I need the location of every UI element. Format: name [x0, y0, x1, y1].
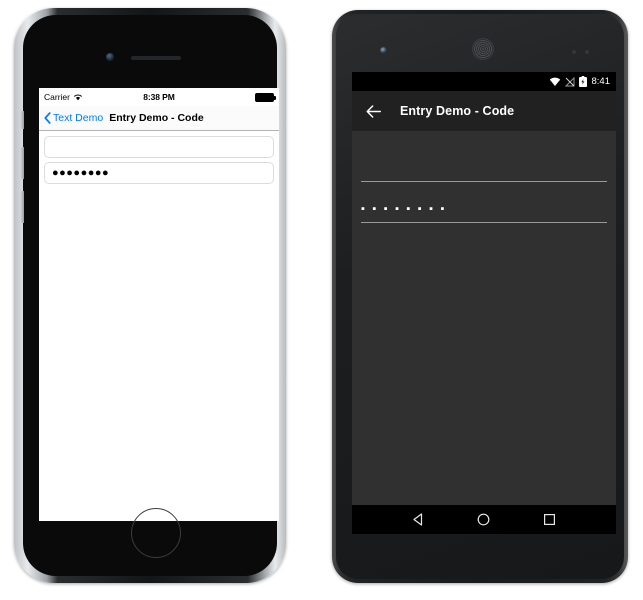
- android-content-area: ▪ ▪ ▪ ▪ ▪ ▪ ▪ ▪: [352, 131, 616, 505]
- nav-recents-square-icon[interactable]: [542, 512, 557, 527]
- battery-full-icon: [255, 92, 276, 102]
- android-device: 8:41 Entry Demo - Code ▪ ▪ ▪ ▪ ▪ ▪ ▪ ▪: [332, 10, 628, 583]
- ios-screen: Carrier 8:38 PM Text Demo Entry Demo - C: [39, 88, 279, 521]
- ios-content-area: ●●●●●●●●: [39, 131, 279, 184]
- android-entry-plain[interactable]: [361, 154, 607, 182]
- ios-entry-password-value: ●●●●●●●●: [52, 167, 110, 179]
- android-page-title: Entry Demo - Code: [400, 104, 515, 118]
- ios-back-button[interactable]: Text Demo: [44, 112, 103, 124]
- android-app-bar: Entry Demo - Code: [352, 91, 616, 131]
- front-camera-icon: [106, 53, 114, 61]
- android-clock: 8:41: [591, 76, 611, 87]
- home-button-icon[interactable]: [131, 508, 181, 558]
- ios-volume-down-button[interactable]: [21, 191, 24, 223]
- ios-device: Carrier 8:38 PM Text Demo Entry Demo - C: [14, 8, 286, 583]
- ios-device-front: Carrier 8:38 PM Text Demo Entry Demo - C: [21, 15, 279, 576]
- android-entry-password-value: ▪ ▪ ▪ ▪ ▪ ▪ ▪ ▪: [361, 202, 447, 215]
- ios-silent-switch[interactable]: [21, 111, 24, 129]
- android-status-bar: 8:41: [352, 72, 616, 91]
- nav-back-triangle-icon[interactable]: [411, 512, 426, 527]
- signal-off-icon: [564, 76, 574, 86]
- ios-entry-password[interactable]: ●●●●●●●●: [44, 162, 274, 184]
- ios-back-label: Text Demo: [53, 112, 104, 124]
- ios-page-title: Entry Demo - Code: [109, 112, 204, 124]
- chevron-left-icon: [44, 112, 51, 124]
- ios-volume-up-button[interactable]: [21, 147, 24, 179]
- ios-entry-plain[interactable]: [44, 136, 274, 158]
- earpiece-speaker-icon: [472, 38, 494, 60]
- proximity-sensor-icon: [572, 50, 589, 54]
- android-device-front: 8:41 Entry Demo - Code ▪ ▪ ▪ ▪ ▪ ▪ ▪ ▪: [336, 14, 624, 579]
- android-entry-password[interactable]: ▪ ▪ ▪ ▪ ▪ ▪ ▪ ▪: [361, 195, 607, 223]
- wifi-icon: [549, 77, 560, 86]
- android-navigation-bar: [352, 505, 616, 534]
- front-camera-icon: [380, 47, 387, 54]
- ios-status-bar: Carrier 8:38 PM: [39, 88, 279, 106]
- android-screen: 8:41 Entry Demo - Code ▪ ▪ ▪ ▪ ▪ ▪ ▪ ▪: [352, 72, 616, 534]
- nav-home-circle-icon[interactable]: [476, 512, 491, 527]
- battery-charging-icon: [578, 76, 587, 87]
- ios-navigation-bar: Text Demo Entry Demo - Code: [39, 106, 279, 131]
- earpiece-speaker-icon: [131, 56, 181, 60]
- arrow-left-icon[interactable]: [365, 103, 382, 120]
- ios-clock: 8:38 PM: [143, 92, 175, 102]
